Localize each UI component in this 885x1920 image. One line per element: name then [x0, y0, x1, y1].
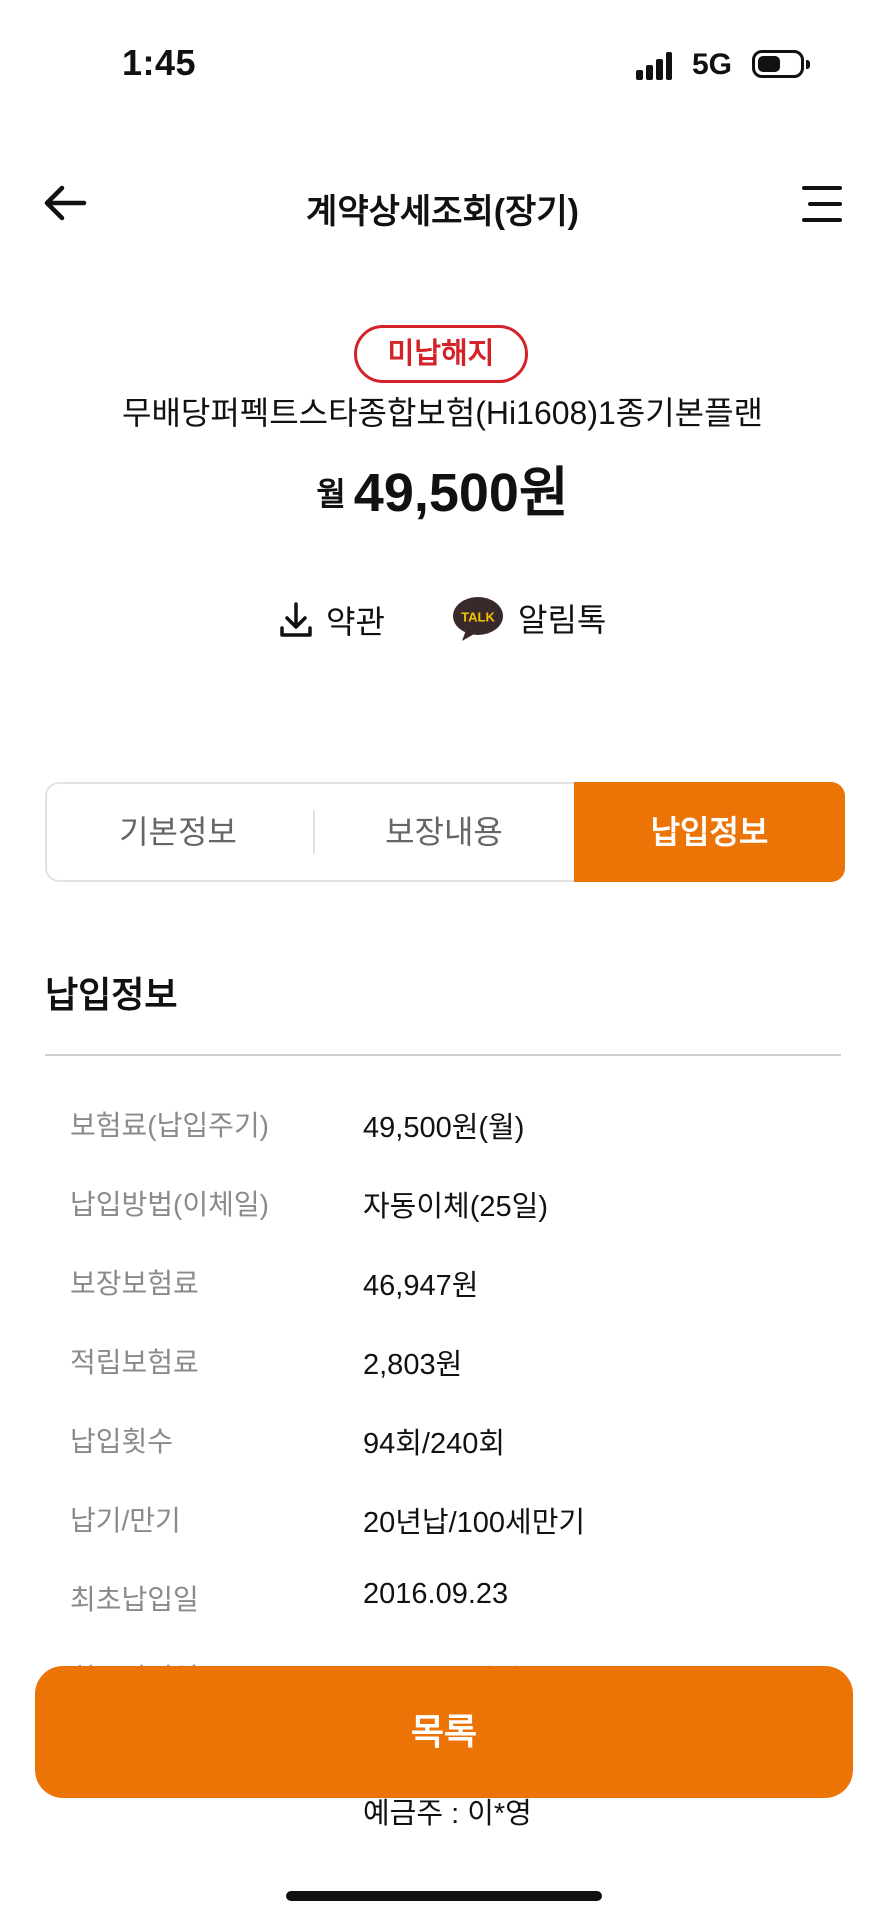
tab-coverage[interactable]: 보장내용 — [313, 784, 575, 880]
info-value: 2016.09.23 — [363, 1578, 509, 1610]
premium-unit: 월 — [316, 476, 346, 512]
tab-basic-info[interactable]: 기본정보 — [47, 784, 309, 880]
status-badge: 미납해지 — [354, 325, 528, 383]
info-row: 보장보험료 46,947원 — [70, 1262, 830, 1322]
info-key: 납기/만기 — [70, 1505, 181, 1536]
menu-line — [808, 202, 842, 206]
premium-amount: 49,500원 — [353, 463, 569, 523]
menu-button[interactable] — [800, 184, 842, 224]
alimtalk-label: 알림톡 — [518, 602, 607, 638]
cellular-signal-icon — [636, 52, 672, 80]
info-value: 46,947원 — [363, 1270, 479, 1302]
info-row: 납입횟수 94회/240회 — [70, 1420, 830, 1480]
divider — [45, 1054, 841, 1056]
download-icon — [280, 602, 312, 637]
info-value: 자동이체(25일) — [363, 1191, 548, 1223]
kakao-alimtalk-button[interactable]: TALK 알림톡 — [452, 592, 606, 644]
list-button[interactable]: 목록 — [35, 1666, 853, 1798]
info-row: 납기/만기 20년납/100세만기 — [70, 1499, 830, 1559]
info-row: 납입방법(이체일) 자동이체(25일) — [70, 1183, 830, 1243]
hamburger-menu-icon — [802, 186, 842, 190]
home-indicator[interactable] — [286, 1891, 602, 1901]
info-key: 납입방법(이체일) — [70, 1189, 269, 1220]
status-time: 1:45 — [122, 42, 197, 83]
info-row: 적립보험료 2,803원 — [70, 1341, 830, 1401]
battery-icon — [752, 50, 810, 78]
network-type: 5G — [692, 48, 733, 81]
monthly-premium: 월 49,500원 — [0, 448, 885, 527]
kakao-talk-icon: TALK — [452, 596, 504, 641]
depositor-row: 예금주 : 이*영 — [70, 1790, 830, 1850]
info-key: 최초납입일 — [70, 1584, 199, 1615]
info-key: 적립보험료 — [70, 1347, 199, 1378]
info-value: 2,803원 — [363, 1349, 463, 1381]
page-title: 계약상세조회(장기) — [306, 193, 579, 231]
tab-bar: 기본정보 보장내용 납입정보 — [45, 782, 845, 882]
menu-line — [802, 218, 842, 222]
info-value: 20년납/100세만기 — [363, 1507, 586, 1539]
section-title: 납입정보 — [45, 974, 178, 1015]
kakao-talk-badge-text: TALK — [461, 610, 495, 625]
info-row: 최초납입일 2016.09.23 — [70, 1578, 830, 1638]
terms-label: 약관 — [326, 604, 385, 640]
tab-payment-info[interactable]: 납입정보 — [574, 782, 845, 882]
info-key: 납입횟수 — [70, 1426, 174, 1457]
info-value: 49,500원(월) — [363, 1112, 525, 1144]
terms-download-button[interactable]: 약관 — [278, 596, 385, 644]
info-row: 보험료(납입주기) 49,500원(월) — [70, 1104, 830, 1164]
info-key: 보장보험료 — [70, 1268, 199, 1299]
product-name: 무배당퍼펙트스타종합보험(Hi1608)1종기본플랜 — [122, 395, 763, 431]
info-value: 94회/240회 — [363, 1428, 506, 1460]
info-key: 보험료(납입주기) — [70, 1110, 269, 1141]
